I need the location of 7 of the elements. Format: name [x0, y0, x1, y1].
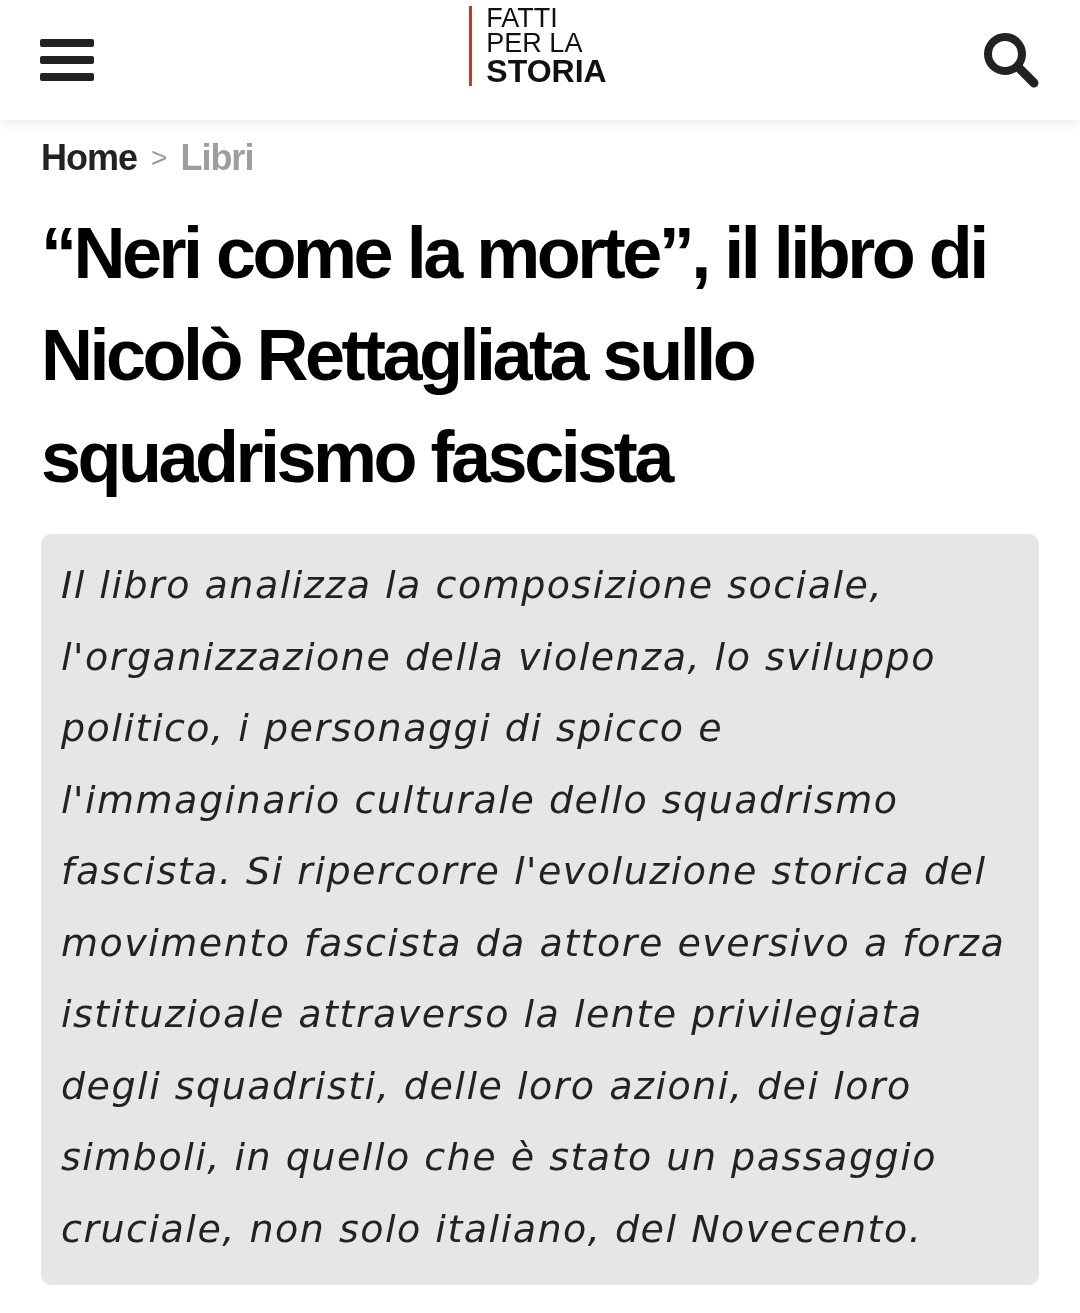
breadcrumb-link[interactable]: Home — [41, 137, 138, 179]
search-icon[interactable] — [982, 31, 1040, 89]
site-logo[interactable]: FATTI PER LA STORIA — [469, 6, 607, 86]
menu-icon[interactable] — [40, 37, 94, 83]
article-title: “Neri come la morte”, il libro di Nicolò Rettagliata sullo squadrismo fascista — [41, 212, 987, 499]
article-summary: Il libro analizza la composizione sociale, l'organizzazione della violenza, lo sviluppo politico, i personaggi di spicco e l'immaginario culturale dello squadrismo fascista. Si ripercorre l'evoluzione storica del movimento fascista da attore eversivo a forza istituzioale attraverso la lente privilegiata degli squadristi, delle loro azioni, dei loro simboli, in quello che è stato un passaggio cruciale, non solo italiano, del Novecento. — [41, 534, 1039, 1285]
breadcrumb-separator: > — [151, 142, 167, 174]
